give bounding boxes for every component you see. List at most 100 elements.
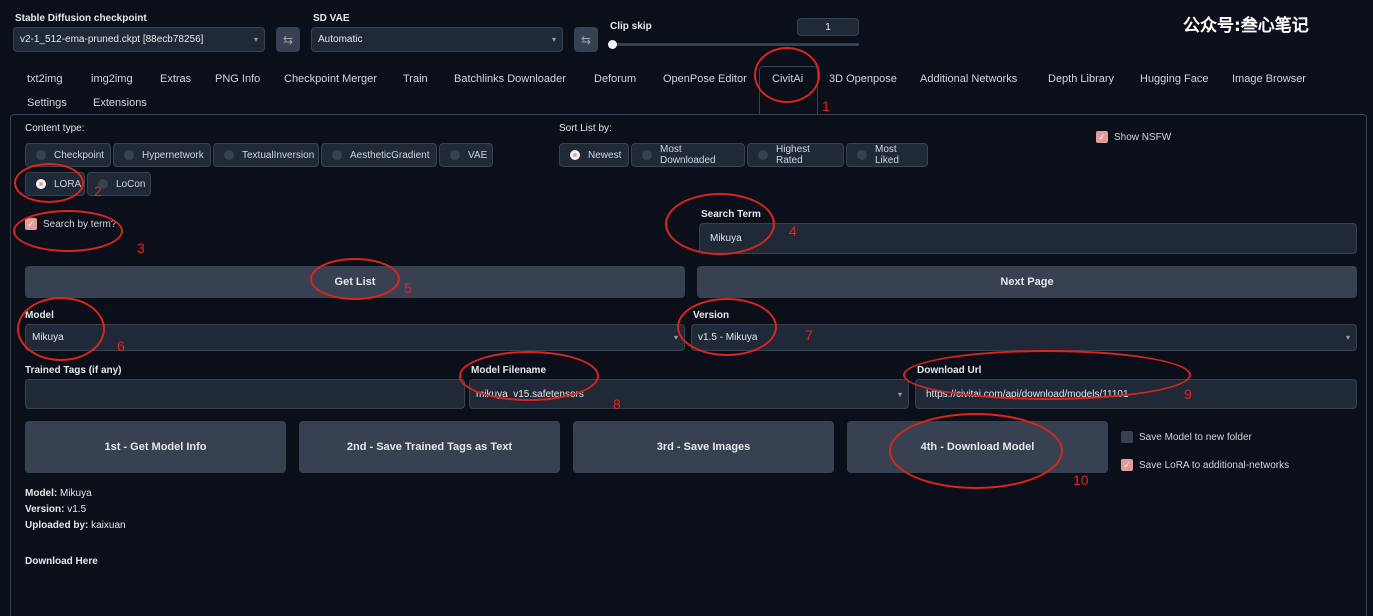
- clip-skip-slider[interactable]: [610, 43, 859, 46]
- save-lora-checkbox[interactable]: ✓ Save LoRA to additional-networks: [1121, 459, 1289, 471]
- refresh-icon: ⇆: [580, 32, 592, 47]
- checkpoint-dropdown[interactable]: v2-1_512-ema-pruned.ckpt [88ecb78256] ▾: [13, 27, 265, 52]
- refresh-vae-button[interactable]: ⇆: [574, 27, 598, 52]
- save-images-button[interactable]: 3rd - Save Images: [573, 421, 834, 473]
- checkbox-box: [1121, 431, 1133, 443]
- annotation-ring: [754, 47, 820, 103]
- radio-textual-inversion[interactable]: TextualInversion: [213, 143, 319, 167]
- checkpoint-value: v2-1_512-ema-pruned.ckpt [88ecb78256]: [20, 34, 204, 45]
- radio-label: Highest Rated: [776, 144, 810, 166]
- tab-img2img[interactable]: img2img: [91, 73, 133, 85]
- annotation-number: 3: [137, 240, 145, 256]
- annotation-number: 6: [117, 338, 125, 354]
- tab-depth-library[interactable]: Depth Library: [1048, 73, 1114, 85]
- checkpoint-label: Stable Diffusion checkpoint: [15, 13, 147, 24]
- radio-label: Most Liked: [875, 144, 899, 166]
- tab-png-info[interactable]: PNG Info: [215, 73, 260, 85]
- annotation-number: 5: [404, 280, 412, 296]
- show-nsfw-label: Show NSFW: [1114, 131, 1172, 143]
- radio-dot: [642, 150, 652, 160]
- tab-settings[interactable]: Settings: [27, 97, 67, 109]
- tab-extras[interactable]: Extras: [160, 73, 191, 85]
- info-value: v1.5: [67, 504, 87, 515]
- radio-dot: [124, 150, 134, 160]
- info-key: Model:: [25, 488, 58, 499]
- annotation-ring: [13, 210, 123, 252]
- annotation-number: 4: [789, 223, 797, 239]
- tab-hugging-face[interactable]: Hugging Face: [1140, 73, 1209, 85]
- radio-label: Hypernetwork: [142, 149, 204, 161]
- chevron-down-icon: ▾: [253, 35, 258, 44]
- annotation-ring: [459, 351, 599, 401]
- radio-label: Newest: [588, 149, 622, 161]
- radio-label: LoCon: [116, 178, 146, 190]
- annotation-ring: [310, 258, 400, 300]
- annotation-number: 7: [805, 327, 813, 343]
- download-here-link[interactable]: Download Here: [25, 556, 98, 567]
- tab-checkpoint-merger[interactable]: Checkpoint Merger: [284, 73, 377, 85]
- vae-label: SD VAE: [313, 13, 350, 24]
- get-model-info-button[interactable]: 1st - Get Model Info: [25, 421, 286, 473]
- radio-dot: [224, 150, 234, 160]
- clip-skip-number[interactable]: 1: [797, 18, 859, 36]
- save-new-folder-checkbox[interactable]: Save Model to new folder: [1121, 431, 1252, 443]
- sort-label: Sort List by:: [559, 123, 612, 134]
- annotation-ring: [903, 350, 1191, 400]
- info-key: Uploaded by:: [25, 520, 89, 531]
- tab-image-browser[interactable]: Image Browser: [1232, 73, 1306, 85]
- check-icon: ✓: [1096, 131, 1108, 143]
- tab-additional-networks[interactable]: Additional Networks: [920, 73, 1017, 85]
- annotation-number: 2: [94, 183, 102, 199]
- tab-train[interactable]: Train: [403, 73, 428, 85]
- tab-deforum[interactable]: Deforum: [594, 73, 636, 85]
- save-lora-label: Save LoRA to additional-networks: [1139, 459, 1290, 471]
- radio-label: AestheticGradient: [350, 149, 430, 161]
- radio-most-downloaded[interactable]: Most Downloaded: [631, 143, 745, 167]
- vae-dropdown[interactable]: Automatic ▾: [311, 27, 563, 52]
- radio-dot: [36, 150, 46, 160]
- tab-txt2img[interactable]: txt2img: [27, 73, 62, 85]
- annotation-ring: [889, 413, 1063, 489]
- chevron-down-icon: ▾: [1345, 333, 1350, 342]
- radio-hypernetwork[interactable]: Hypernetwork: [113, 143, 211, 167]
- radio-dot: [332, 150, 342, 160]
- refresh-checkpoint-button[interactable]: ⇆: [276, 27, 300, 52]
- annotation-ring: [665, 193, 775, 255]
- radio-dot: [450, 150, 460, 160]
- watermark: 公众号:叁心笔记: [1183, 16, 1309, 36]
- tab-openpose-editor[interactable]: OpenPose Editor: [663, 73, 747, 85]
- tab-extensions[interactable]: Extensions: [93, 97, 147, 109]
- radio-dot: [570, 150, 580, 160]
- clip-skip-label: Clip skip: [610, 21, 652, 32]
- info-uploader: Uploaded by: kaixuan: [25, 520, 126, 531]
- radio-label: TextualInversion: [242, 149, 315, 161]
- chevron-down-icon: ▾: [673, 333, 678, 342]
- radio-dot: [758, 150, 768, 160]
- chevron-down-icon: ▾: [897, 389, 902, 399]
- annotation-number: 9: [1184, 386, 1192, 402]
- tab-batchlinks-downloader[interactable]: Batchlinks Downloader: [454, 73, 566, 85]
- radio-vae[interactable]: VAE: [439, 143, 493, 167]
- annotation-number: 1: [822, 98, 830, 114]
- save-trained-tags-button[interactable]: 2nd - Save Trained Tags as Text: [299, 421, 560, 473]
- radio-highest-rated[interactable]: Highest Rated: [747, 143, 844, 167]
- refresh-icon: ⇆: [282, 32, 294, 47]
- tab-3d-openpose[interactable]: 3D Openpose: [829, 73, 897, 85]
- radio-most-liked[interactable]: Most Liked: [846, 143, 928, 167]
- annotation-number: 8: [613, 396, 621, 412]
- radio-aesthetic-gradient[interactable]: AestheticGradient: [321, 143, 437, 167]
- radio-label: Most Downloaded: [660, 144, 716, 166]
- show-nsfw-checkbox[interactable]: ✓ Show NSFW: [1096, 131, 1171, 143]
- info-key: Version:: [25, 504, 65, 515]
- save-new-folder-label: Save Model to new folder: [1139, 431, 1252, 443]
- search-term-input[interactable]: Mikuya: [699, 223, 1357, 254]
- radio-dot: [857, 150, 867, 160]
- slider-handle[interactable]: [608, 40, 617, 49]
- version-dropdown[interactable]: v1.5 - Mikuya ▾: [691, 324, 1357, 351]
- radio-label: VAE: [468, 149, 488, 161]
- next-page-button[interactable]: Next Page: [697, 266, 1357, 298]
- trained-tags-input[interactable]: [25, 379, 465, 409]
- content-type-label: Content type:: [25, 123, 85, 134]
- check-icon: ✓: [1121, 459, 1133, 471]
- radio-newest[interactable]: Newest: [559, 143, 629, 167]
